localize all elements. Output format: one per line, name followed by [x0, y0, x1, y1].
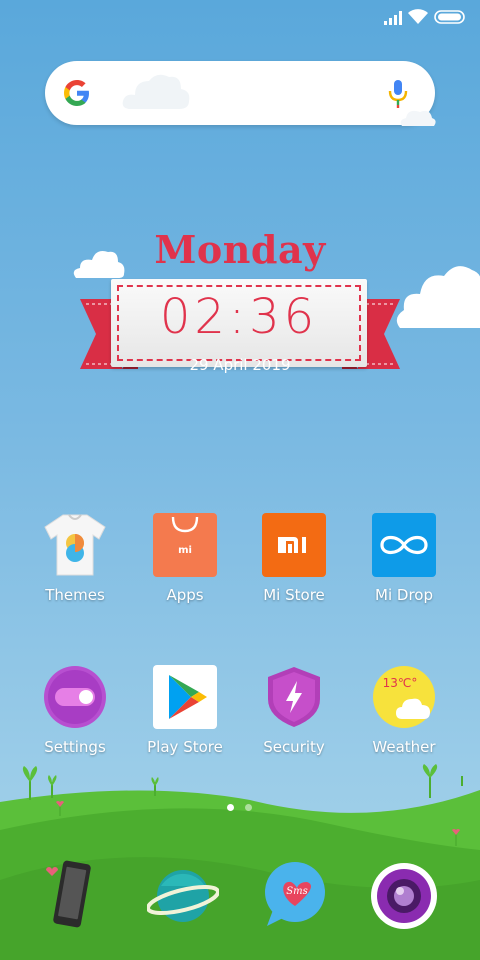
time-box: 02:36: [111, 279, 367, 367]
page-indicator-active[interactable]: [227, 804, 234, 811]
page-indicator[interactable]: [245, 804, 252, 811]
shield-bolt-icon: [268, 667, 320, 727]
mic-icon[interactable]: [387, 79, 409, 109]
app-label: Mi Store: [263, 586, 325, 604]
temperature-label: 13℃°: [383, 676, 418, 690]
app-weather[interactable]: 13℃° Weather: [349, 665, 459, 775]
wifi-icon: [408, 9, 428, 24]
mi-logo-icon: [262, 513, 326, 577]
app-label: Apps: [166, 586, 204, 604]
app-mi-store[interactable]: Mi Store: [239, 513, 349, 623]
day-label: Monday: [154, 227, 326, 272]
app-security[interactable]: Security: [239, 665, 349, 775]
cloud-decoration: [396, 266, 480, 328]
camera-lens-icon[interactable]: [368, 860, 440, 932]
tshirt-icon: [44, 514, 106, 576]
cloud-decoration: [122, 74, 190, 109]
toggle-icon: [44, 666, 106, 728]
time-label: 02:36: [159, 289, 319, 345]
phone-icon[interactable]: [40, 856, 112, 928]
svg-text:mi: mi: [178, 545, 192, 556]
clock-widget[interactable]: Monday 02:36 29 April 2019: [75, 225, 405, 385]
sun-cloud-icon: 13℃°: [373, 666, 435, 728]
app-label: Security: [263, 738, 325, 756]
app-apps[interactable]: mi Apps: [130, 513, 240, 623]
infinity-icon: [372, 513, 436, 577]
app-themes[interactable]: Themes: [20, 513, 130, 623]
date-label: 29 April 2019: [189, 356, 291, 374]
play-triangle-icon: [153, 665, 217, 729]
battery-icon: [434, 10, 465, 24]
app-settings[interactable]: Settings: [20, 665, 130, 775]
search-bar[interactable]: [45, 61, 435, 125]
signal-icon: [384, 11, 402, 25]
status-bar: [0, 0, 480, 34]
app-label: Themes: [45, 586, 105, 604]
app-mi-drop[interactable]: Mi Drop: [349, 513, 459, 623]
planet-icon[interactable]: [147, 860, 219, 932]
app-label: Play Store: [147, 738, 223, 756]
sms-bubble-icon[interactable]: Sms: [259, 860, 331, 932]
app-play-store[interactable]: Play Store: [130, 665, 240, 775]
app-label: Weather: [372, 738, 436, 756]
google-g-icon: [64, 80, 89, 106]
cloud-decoration: [400, 110, 436, 126]
shopping-bag-icon: mi: [153, 513, 217, 577]
sms-badge: Sms: [286, 886, 307, 897]
app-label: Mi Drop: [375, 586, 433, 604]
app-label: Settings: [44, 738, 106, 756]
